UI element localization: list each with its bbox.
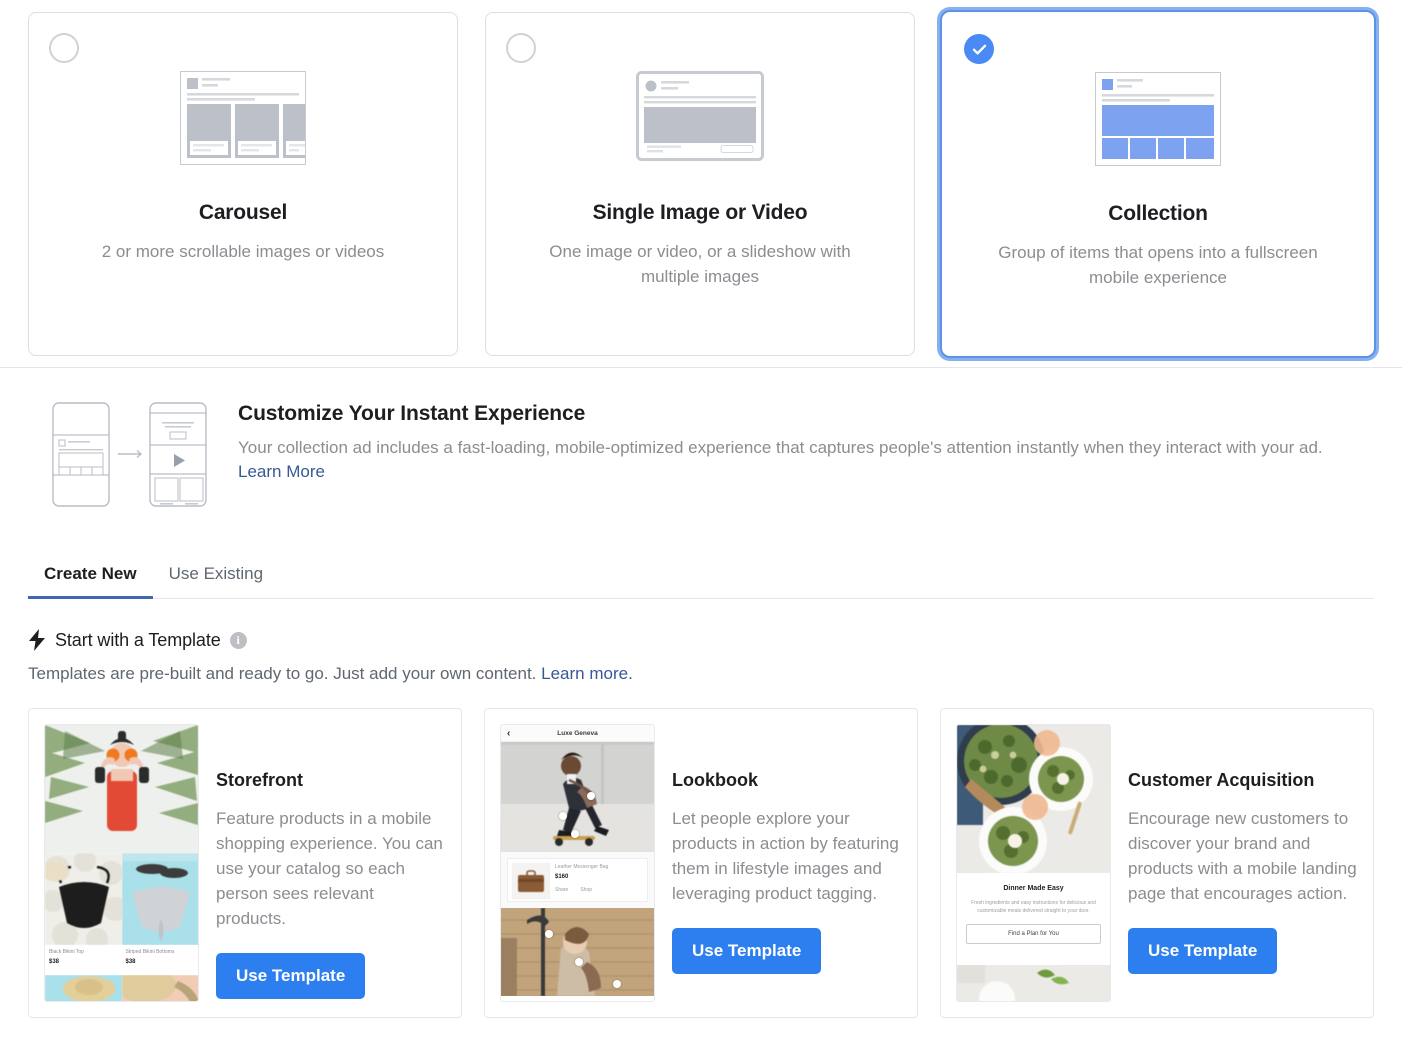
single-image-mockup [486,71,914,181]
ad-format-selector: Carousel 2 or more scrollable images or … [0,0,1402,356]
template-section-header: Start with a Template i [28,629,1374,651]
learn-more-link[interactable]: Learn More [238,462,325,481]
lookbook-info: Lookbook Let people explore your product… [672,724,902,1002]
format-desc-single-image-or-video: One image or video, or a slideshow with … [549,242,851,286]
storefront-preview-thumbnail: Black Bikini Top $38 Striped Bikini Bott… [44,724,199,1002]
storefront-product-1-name: Black Bikini Top [49,949,84,955]
lookbook-product-card-inner: Leather Messenger Bag $160 Share Shop [507,858,648,902]
instant-experience-tabs: Create New Use Existing [28,554,1374,599]
template-card-storefront[interactable]: Black Bikini Top $38 Striped Bikini Bott… [28,708,462,1018]
storefront-product-image-3 [45,975,122,1001]
product-tag-dot[interactable] [587,792,595,800]
template-section-title: Start with a Template [55,629,221,650]
template-desc-storefront: Feature products in a mobile shopping ex… [216,809,443,928]
collection-mockup [944,72,1372,182]
storefront-info: Storefront Feature products in a mobile … [216,724,446,1002]
format-desc-collection: Group of items that opens into a fullscr… [998,243,1318,287]
radio-single-image-or-video[interactable] [506,33,536,63]
customer-acquisition-footer-image [957,965,1110,1001]
storefront-product-image-4 [121,975,198,1001]
format-option-single-image-or-video[interactable]: Single Image or Video One image or video… [485,12,915,356]
radio-carousel[interactable] [49,33,79,63]
product-tag-dot[interactable] [575,958,583,966]
template-subtitle-text: Templates are pre-built and ready to go.… [28,664,542,683]
lookbook-product-name: Leather Messenger Bag [555,864,609,870]
lookbook-product-image [512,863,550,899]
storefront-product-label-2: Striped Bikini Bottoms $38 [126,948,195,975]
lookbook-preview-header-title: Luxe Geneva [557,729,598,737]
format-option-carousel[interactable]: Carousel 2 or more scrollable images or … [28,12,458,356]
customer-acquisition-preview-headline: Dinner Made Easy [1003,885,1064,892]
lookbook-preview-thumbnail: ‹ Luxe Geneva Leather Messenger Bag $160… [500,724,655,1002]
lookbook-product-actions: Share Shop [555,886,643,894]
template-desc-customer-acquisition: Encourage new customers to discover your… [1128,809,1357,903]
storefront-hero-art [45,725,198,853]
radio-collection-checked[interactable] [964,34,994,64]
customer-acquisition-text-panel: Dinner Made Easy Fresh ingredients and e… [957,873,1110,965]
customer-acquisition-preview-thumbnail: Dinner Made Easy Fresh ingredients and e… [956,724,1111,1002]
storefront-product-image-2 [121,853,198,945]
templates-learn-more-link[interactable]: Learn more. [541,664,633,683]
storefront-product-grid-row-1 [45,853,198,945]
customer-acquisition-info: Customer Acquisition Encourage new custo… [1128,724,1358,1002]
instant-experience-section: Customize Your Instant Experience Your c… [0,368,1402,512]
lookbook-preview-header: ‹ Luxe Geneva [501,725,654,742]
storefront-product-1-price: $38 [49,959,60,965]
carousel-mockup-icon [180,71,306,165]
product-tag-dot[interactable] [613,980,621,988]
lookbook-product-card: Leather Messenger Bag $160 Share Shop [501,852,654,908]
format-title-single-image-or-video: Single Image or Video [592,201,808,224]
lookbook-share-action[interactable]: Share [555,886,568,894]
instant-experience-copy: Customize Your Instant Experience Your c… [238,398,1374,512]
phone-to-instant-experience-illustration [28,398,238,512]
product-tag-dot[interactable] [559,812,567,820]
storefront-product-label-1: Black Bikini Top $38 [49,948,118,975]
storefront-product-image-1 [45,853,122,945]
format-title-collection: Collection [1108,202,1208,225]
use-template-button-lookbook[interactable]: Use Template [672,928,822,974]
lookbook-product-price: $160 [555,874,569,880]
template-desc-lookbook: Let people explore your products in acti… [672,809,899,903]
template-title-storefront: Storefront [216,770,303,790]
format-option-collection[interactable]: Collection Group of items that opens int… [942,12,1374,356]
storefront-product-grid-row-2 [45,975,198,1001]
lookbook-shop-action[interactable]: Shop [580,886,592,894]
carousel-mockup [29,71,457,181]
product-tag-dot[interactable] [545,930,553,938]
lookbook-lifestyle-image-2 [501,908,654,996]
format-desc-carousel: 2 or more scrollable images or videos [101,242,385,261]
storefront-product-2-name: Striped Bikini Bottoms [125,949,175,955]
tab-use-existing[interactable]: Use Existing [153,554,279,599]
template-section-subtitle: Templates are pre-built and ready to go.… [28,664,1374,684]
product-tag-dot[interactable] [571,830,579,838]
use-template-button-storefront[interactable]: Use Template [216,953,366,999]
single-image-mockup-icon [636,71,764,161]
lightning-bolt-icon [29,629,45,651]
storefront-product-2-price: $38 [125,959,136,965]
instant-experience-title: Customize Your Instant Experience [238,402,586,425]
instant-experience-illustration-icon [52,402,207,507]
template-card-customer-acquisition[interactable]: Dinner Made Easy Fresh ingredients and e… [940,708,1374,1018]
template-card-list: Black Bikini Top $38 Striped Bikini Bott… [0,684,1402,1018]
storefront-product-labels: Black Bikini Top $38 Striped Bikini Bott… [45,945,198,975]
info-icon[interactable]: i [229,631,247,649]
customer-acquisition-hero-image [957,725,1110,873]
customer-acquisition-preview-cta: Find a Plan for You [966,924,1101,944]
lookbook-lifestyle-image-1 [501,742,654,852]
instant-experience-body-text: Your collection ad includes a fast-loadi… [238,438,1323,457]
tab-create-new[interactable]: Create New [28,554,153,599]
template-title-customer-acquisition: Customer Acquisition [1128,770,1315,790]
template-card-lookbook[interactable]: ‹ Luxe Geneva Leather Messenger Bag $160… [484,708,918,1018]
format-title-carousel: Carousel [198,201,288,224]
lookbook-product-text: Leather Messenger Bag $160 Share Shop [555,863,643,897]
check-icon [972,44,986,54]
back-chevron-icon: ‹ [507,728,511,739]
instant-experience-body: Your collection ad includes a fast-loadi… [238,436,1343,484]
use-template-button-customer-acquisition[interactable]: Use Template [1128,928,1278,974]
storefront-hero-image [45,725,198,853]
template-title-lookbook: Lookbook [672,770,758,790]
collection-mockup-icon [1095,72,1221,166]
customer-acquisition-preview-body: Fresh ingredients and easy instructions … [971,900,1096,914]
